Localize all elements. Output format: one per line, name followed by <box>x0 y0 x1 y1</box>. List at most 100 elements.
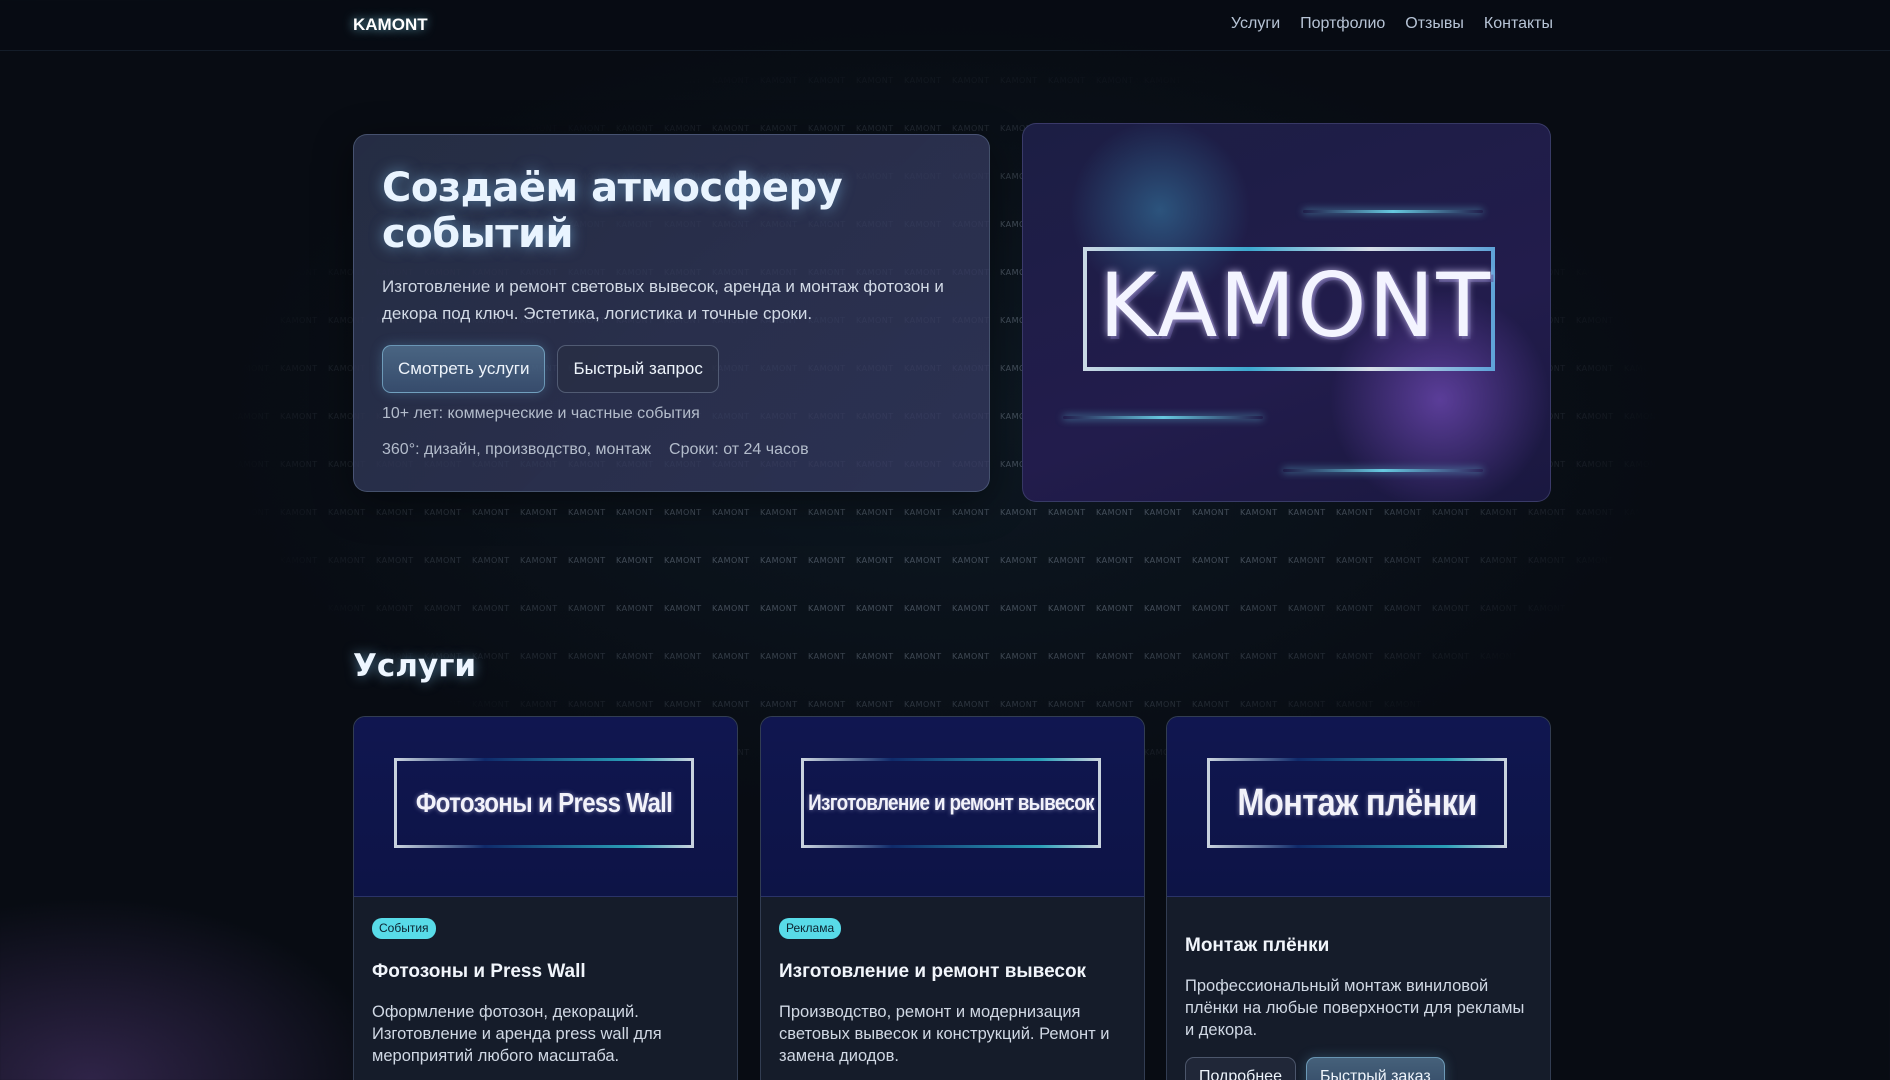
light-streak <box>1283 469 1483 472</box>
watermark-logo: KAMONT <box>1384 508 1422 517</box>
watermark-logo: KAMONT <box>1192 508 1230 517</box>
watermark-logo: KAMONT <box>1672 604 1710 613</box>
watermark-logo: KAMONT <box>472 556 510 565</box>
watermark-logo: KAMONT <box>1576 220 1614 229</box>
watermark-logo: KAMONT <box>1576 460 1614 469</box>
watermark-logo: KAMONT <box>1864 412 1890 421</box>
watermark-logo: KAMONT <box>1624 220 1662 229</box>
quick-order-button[interactable]: Быстрый заказ <box>1305 1057 1445 1080</box>
watermark-logo: KAMONT <box>616 604 654 613</box>
watermark-logo: KAMONT <box>1480 76 1518 85</box>
watermark-logo: KAMONT <box>88 748 126 757</box>
service-card-image: Фотозоны и Press Wall <box>354 717 737 897</box>
watermark-logo: KAMONT <box>1144 604 1182 613</box>
watermark-logo: KAMONT <box>136 700 174 709</box>
watermark-logo: KAMONT <box>1240 556 1278 565</box>
watermark-logo: KAMONT <box>136 76 174 85</box>
watermark-logo: KAMONT <box>1864 268 1890 277</box>
watermark-logo: KAMONT <box>1768 76 1806 85</box>
watermark-logo: KAMONT <box>1336 556 1374 565</box>
watermark-logo: KAMONT <box>136 508 174 517</box>
watermark-logo: KAMONT <box>184 412 222 421</box>
watermark-logo: KAMONT <box>1624 124 1662 133</box>
watermark-logo: KAMONT <box>1672 748 1710 757</box>
service-card-photozones[interactable]: Фотозоны и Press Wall События Фотозоны и… <box>353 716 738 1080</box>
nav-link-services[interactable]: Услуги <box>1231 15 1280 33</box>
watermark-logo: KAMONT <box>712 508 750 517</box>
watermark-logo: KAMONT <box>1576 76 1614 85</box>
service-card-title: Фотозоны и Press Wall <box>372 961 586 982</box>
watermark-logo: KAMONT <box>328 76 366 85</box>
watermark-logo: KAMONT <box>856 604 894 613</box>
watermark-logo: KAMONT <box>1816 412 1854 421</box>
service-card-text: Оформление фотозон, декораций. Изготовле… <box>372 1003 662 1065</box>
watermark-logo: KAMONT <box>952 604 990 613</box>
watermark-logo: KAMONT <box>520 652 558 661</box>
watermark-logo: KAMONT <box>1576 508 1614 517</box>
watermark-logo: KAMONT <box>184 172 222 181</box>
watermark-logo: KAMONT <box>1480 652 1518 661</box>
watermark-logo: KAMONT <box>88 124 126 133</box>
watermark-logo: KAMONT <box>952 556 990 565</box>
service-card-title: Изготовление и ремонт вывесок <box>779 961 1087 982</box>
watermark-logo: KAMONT <box>1192 604 1230 613</box>
watermark-logo: KAMONT <box>1624 172 1662 181</box>
watermark-logo: KAMONT <box>1864 364 1890 373</box>
watermark-logo: KAMONT <box>1528 652 1566 661</box>
watermark-logo: KAMONT <box>136 796 174 805</box>
watermark-logo: KAMONT <box>1816 508 1854 517</box>
watermark-logo: KAMONT <box>1768 604 1806 613</box>
watermark-logo: KAMONT <box>136 268 174 277</box>
category-tag: События <box>372 918 436 939</box>
watermark-logo: KAMONT <box>232 268 270 277</box>
brand-logo[interactable]: KAMONT <box>353 15 428 35</box>
watermark-logo: KAMONT <box>1864 508 1890 517</box>
nav-link-contacts[interactable]: Контакты <box>1484 15 1553 33</box>
watermark-logo: KAMONT <box>856 652 894 661</box>
watermark-logo: KAMONT <box>232 220 270 229</box>
watermark-logo: KAMONT <box>1096 508 1134 517</box>
watermark-logo: KAMONT <box>1000 76 1038 85</box>
watermark-logo: KAMONT <box>280 316 318 325</box>
watermark-logo: KAMONT <box>1672 316 1710 325</box>
watermark-logo: KAMONT <box>1048 508 1086 517</box>
watermark-logo: KAMONT <box>232 460 270 469</box>
watermark-logo: KAMONT <box>1384 652 1422 661</box>
watermark-logo: KAMONT <box>1720 652 1758 661</box>
watermark-logo: KAMONT <box>760 556 798 565</box>
watermark-logo: KAMONT <box>1864 124 1890 133</box>
watermark-logo: KAMONT <box>1720 124 1758 133</box>
watermark-logo: KAMONT <box>1000 652 1038 661</box>
nav-link-reviews[interactable]: Отзывы <box>1405 15 1464 33</box>
watermark-logo: KAMONT <box>712 76 750 85</box>
watermark-logo: KAMONT <box>1720 268 1758 277</box>
watermark-logo: KAMONT <box>280 700 318 709</box>
watermark-logo: KAMONT <box>760 508 798 517</box>
watermark-logo: KAMONT <box>1384 76 1422 85</box>
service-card-signs[interactable]: Изготовление и ремонт вывесок Реклама Из… <box>760 716 1145 1080</box>
nav-link-portfolio[interactable]: Портфолио <box>1300 15 1385 33</box>
watermark-logo: KAMONT <box>472 652 510 661</box>
watermark-logo: KAMONT <box>1816 652 1854 661</box>
watermark-logo: KAMONT <box>1480 508 1518 517</box>
watermark-logo: KAMONT <box>1864 76 1890 85</box>
watermark-logo: KAMONT <box>1720 508 1758 517</box>
light-streak <box>1063 416 1263 419</box>
watermark-logo: KAMONT <box>568 76 606 85</box>
watermark-logo: KAMONT <box>1816 172 1854 181</box>
watermark-logo: KAMONT <box>1624 316 1662 325</box>
watermark-logo: KAMONT <box>232 172 270 181</box>
watermark-logo: KAMONT <box>952 652 990 661</box>
hero-meta-terms: Сроки: от 24 часов <box>669 441 809 458</box>
watermark-logo: KAMONT <box>1816 796 1854 805</box>
watermark-logo: KAMONT <box>1336 508 1374 517</box>
view-services-button[interactable]: Смотреть услуги <box>382 345 546 393</box>
watermark-logo: KAMONT <box>1384 556 1422 565</box>
service-card-image: Монтаж плёнки <box>1167 717 1550 897</box>
watermark-logo: KAMONT <box>424 76 462 85</box>
watermark-logo: KAMONT <box>1768 796 1806 805</box>
quick-request-button[interactable]: Быстрый запрос <box>557 345 719 393</box>
banner-logo-text: KAMONT <box>1099 254 1493 357</box>
service-card-film[interactable]: Монтаж плёнки Монтаж плёнки Профессионал… <box>1166 716 1551 1080</box>
details-button[interactable]: Подробнее <box>1185 1057 1296 1080</box>
